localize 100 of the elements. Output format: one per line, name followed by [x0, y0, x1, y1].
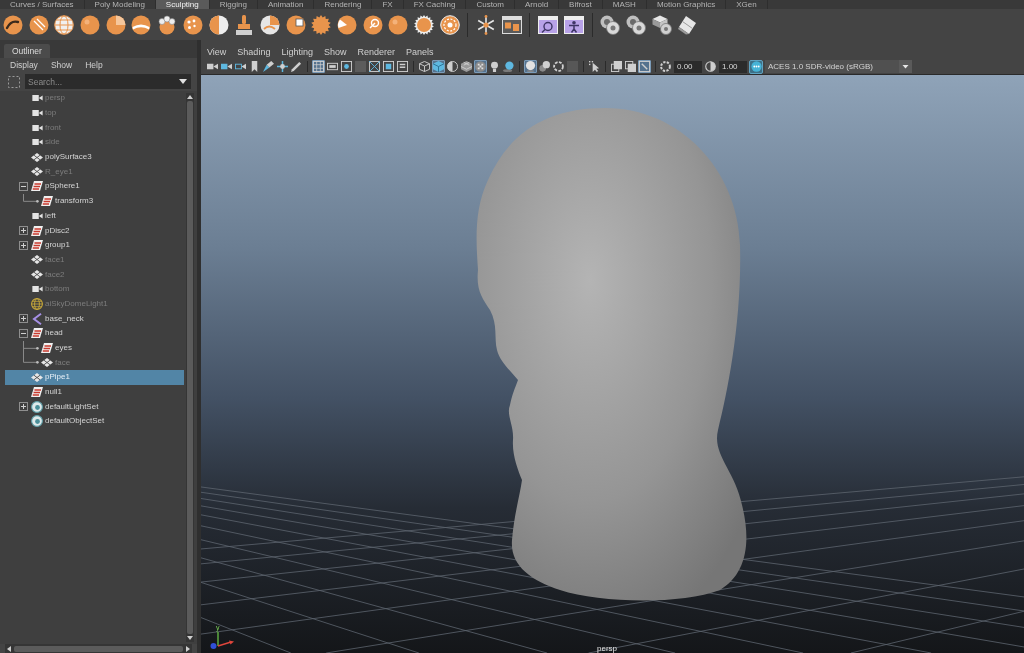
scroll-thumb[interactable]	[14, 645, 183, 652]
shelf-tab[interactable]: Curves / Surfaces	[0, 0, 85, 9]
shelf-tab[interactable]: FX	[372, 0, 404, 9]
toolbar-toggle[interactable]	[262, 60, 275, 73]
toolbar-toggle[interactable]	[474, 60, 487, 73]
toolbar-toggle[interactable]	[460, 60, 473, 73]
aperture-icon[interactable]	[660, 61, 671, 72]
toolbar-toggle[interactable]	[446, 60, 459, 73]
outliner-item[interactable]: pDisc2	[5, 223, 184, 238]
plus-box-icon[interactable]	[19, 226, 28, 236]
shelf-tab[interactable]: Rendering	[314, 0, 373, 9]
color-space-dropdown[interactable]: ACES 1.0 SDR-video (sRGB)	[765, 60, 912, 73]
ball-stroke-icon[interactable]	[3, 14, 23, 35]
toolbar-toggle[interactable]	[524, 60, 537, 73]
stamp-icon[interactable]	[234, 14, 255, 35]
toolbar-toggle[interactable]	[368, 60, 381, 73]
scroll-left-icon[interactable]	[7, 645, 11, 652]
discs-icon[interactable]	[625, 14, 646, 35]
toolbar-toggle[interactable]	[610, 60, 623, 73]
dropdown-arrow-icon[interactable]	[179, 79, 187, 84]
vertical-scrollbar[interactable]	[186, 93, 194, 642]
menu-item[interactable]: View	[207, 47, 227, 57]
outliner-item[interactable]: defaultLightSet	[5, 399, 184, 415]
toolbar-toggle[interactable]	[552, 60, 565, 73]
menu-item[interactable]: Help	[85, 60, 103, 70]
color-management-toggle[interactable]	[749, 59, 763, 74]
window-icon[interactable]	[501, 14, 522, 35]
half-ball-icon[interactable]	[208, 14, 229, 35]
outliner-item[interactable]: left	[5, 208, 184, 224]
box-disc-icon[interactable]	[651, 14, 672, 35]
dotted-square-icon[interactable]	[8, 75, 20, 88]
toolbar-toggle[interactable]	[432, 60, 445, 73]
outliner-item[interactable]: transform3	[5, 193, 184, 209]
plus-box-icon[interactable]	[19, 402, 28, 412]
outliner-item[interactable]: polySurface3	[5, 149, 184, 165]
magnifier-window-icon[interactable]	[538, 14, 559, 35]
outliner-item[interactable]: eyes	[5, 340, 184, 356]
ball-dots-icon[interactable]	[182, 14, 203, 35]
pattern-ball-icon[interactable]	[439, 14, 460, 35]
outliner-item[interactable]: defaultObjectSet	[5, 414, 184, 429]
toolbar-toggle[interactable]	[418, 60, 431, 73]
toolbar-toggle[interactable]	[624, 60, 637, 73]
shelf-tab[interactable]: Arnold	[515, 0, 560, 9]
menu-item[interactable]: Show	[323, 47, 347, 57]
ball-icon[interactable]	[388, 14, 409, 35]
shelf-tab[interactable]: Sculpting	[155, 0, 210, 9]
ball-wedge-icon[interactable]	[336, 14, 357, 35]
shelf-tab[interactable]: FX Caching	[403, 0, 467, 9]
scroll-up-icon[interactable]	[187, 95, 193, 99]
menu-item[interactable]: Panels	[405, 47, 434, 57]
ball-icon[interactable]	[80, 14, 101, 35]
toolbar-toggle[interactable]	[276, 60, 289, 73]
outliner-item[interactable]: pPipe1	[5, 370, 184, 385]
menu-item[interactable]: Shading	[237, 47, 271, 57]
shelf-tab[interactable]: Poly Modeling	[84, 0, 156, 9]
toolbar-toggle[interactable]	[396, 60, 409, 73]
outliner-item[interactable]: group1	[5, 237, 184, 253]
toolbar-toggle[interactable]	[290, 60, 303, 73]
toolbar-toggle[interactable]	[312, 60, 325, 73]
spiky-ball-icon[interactable]	[414, 14, 434, 35]
outliner-tab[interactable]: Outliner	[4, 44, 50, 58]
horizontal-scrollbar[interactable]	[5, 644, 192, 653]
scroll-right-icon[interactable]	[186, 645, 190, 652]
toolbar-toggle[interactable]	[488, 60, 501, 73]
shelf-tab[interactable]: Rigging	[209, 0, 258, 9]
ball-notch-icon[interactable]	[105, 14, 126, 35]
gamma-field[interactable]: 1.00	[719, 60, 747, 73]
shelf-tab[interactable]: Bifrost	[559, 0, 603, 9]
outliner-item[interactable]: pSphere1	[5, 179, 184, 194]
toolbar-toggle[interactable]	[326, 60, 339, 73]
discs-icon[interactable]	[600, 14, 621, 35]
ball-bumps-icon[interactable]	[157, 14, 178, 35]
scroll-down-icon[interactable]	[187, 636, 193, 640]
shelf-tab[interactable]: Custom	[466, 0, 515, 9]
menu-item[interactable]: Lighting	[281, 47, 313, 57]
ball-slice-icon[interactable]	[131, 14, 152, 35]
toolbar-toggle[interactable]	[588, 60, 601, 73]
ball-ring-icon[interactable]	[362, 14, 383, 35]
toolbar-toggle[interactable]	[382, 60, 395, 73]
outliner-item[interactable]: head	[5, 326, 184, 341]
shelf-tab[interactable]: MASH	[602, 0, 647, 9]
menu-item[interactable]: Show	[50, 60, 73, 70]
toolbar-toggle[interactable]	[566, 60, 579, 73]
plus-box-icon[interactable]	[19, 314, 28, 324]
search-field[interactable]: Search...	[25, 74, 191, 89]
shelf-tab[interactable]: XGen	[726, 0, 768, 9]
plus-box-icon[interactable]	[19, 240, 28, 250]
menu-item[interactable]: Display	[10, 60, 38, 70]
half-circle-icon[interactable]	[705, 61, 716, 72]
minus-box-icon[interactable]	[19, 328, 28, 338]
toolbar-toggle[interactable]	[340, 60, 353, 73]
minus-box-icon[interactable]	[19, 181, 28, 191]
outliner-item[interactable]: base_neck	[5, 311, 184, 326]
toolbar-toggle[interactable]	[354, 60, 367, 73]
shelf-tab[interactable]: Motion Graphics	[646, 0, 727, 9]
figure-window-icon[interactable]	[563, 14, 584, 35]
snowflake-icon[interactable]	[476, 14, 497, 35]
scroll-thumb[interactable]	[187, 101, 193, 634]
outliner-item[interactable]: null1	[5, 384, 184, 400]
ball-stripes-icon[interactable]	[28, 14, 49, 35]
